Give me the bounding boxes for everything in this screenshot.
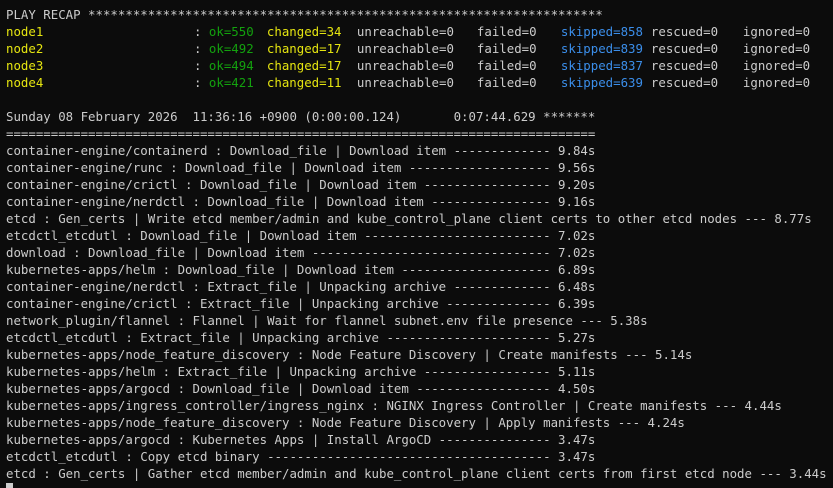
ok-count: ok=421 xyxy=(208,75,254,90)
host-name: node2 xyxy=(6,41,44,56)
task-timing-row: container-engine/nerdctl : Download_file… xyxy=(6,194,596,209)
failed-count: failed=0 xyxy=(476,58,537,73)
ok-count: ok=550 xyxy=(208,24,254,39)
failed-count: failed=0 xyxy=(476,24,537,39)
skipped-count: skipped=839 xyxy=(560,41,643,56)
task-timing-row: etcdctl_etcdutl : Download_file | Downlo… xyxy=(6,228,596,243)
task-timing-list: container-engine/containerd : Download_f… xyxy=(6,142,833,482)
timestamp-line: Sunday 08 February 2026 11:36:16 +0900 (… xyxy=(6,109,596,124)
task-timing-row: container-engine/runc : Download_file | … xyxy=(6,160,596,175)
changed-count: changed=11 xyxy=(266,75,342,90)
task-timing-row: container-engine/crictl : Extract_file |… xyxy=(6,296,596,311)
task-timing-row: etcd : Gen_certs | Gather etcd member/ad… xyxy=(6,466,827,481)
separator-line: ========================================… xyxy=(6,126,596,141)
task-timing-row: kubernetes-apps/node_feature_discovery :… xyxy=(6,347,693,362)
host-row: node4: ok=421 changed=11 unreachable=0 fail… xyxy=(6,74,833,91)
play-recap-header: PLAY RECAP *****************************… xyxy=(6,7,603,22)
changed-count: changed=17 xyxy=(266,58,342,73)
terminal-output[interactable]: PLAY RECAP *****************************… xyxy=(0,0,833,488)
rescued-count: rescued=0 xyxy=(650,75,719,90)
ok-count: ok=494 xyxy=(208,58,254,73)
host-name: node4 xyxy=(6,75,44,90)
host-colon: : xyxy=(194,58,209,73)
unreachable-count: unreachable=0 xyxy=(356,75,454,90)
task-timing-row: kubernetes-apps/argocd : Kubernetes Apps… xyxy=(6,432,596,447)
host-summary: node1: ok=550 changed=34 unreachable=0 fail… xyxy=(6,23,833,91)
task-timing-row: network_plugin/flannel : Flannel | Wait … xyxy=(6,313,648,328)
task-timing-row: etcdctl_etcdutl : Copy etcd binary -----… xyxy=(6,449,596,464)
unreachable-count: unreachable=0 xyxy=(356,58,454,73)
prompt-line[interactable] xyxy=(6,482,833,488)
skipped-count: skipped=858 xyxy=(560,24,643,39)
task-timing-row: kubernetes-apps/ingress_controller/ingre… xyxy=(6,398,782,413)
task-timing-row: container-engine/nerdctl : Extract_file … xyxy=(6,279,596,294)
unreachable-count: unreachable=0 xyxy=(356,41,454,56)
changed-count: changed=34 xyxy=(266,24,342,39)
skipped-count: skipped=837 xyxy=(560,58,643,73)
host-name: node1 xyxy=(6,24,44,39)
host-row: node1: ok=550 changed=34 unreachable=0 fail… xyxy=(6,23,833,40)
rescued-count: rescued=0 xyxy=(650,41,719,56)
task-timing-row: kubernetes-apps/helm : Download_file | D… xyxy=(6,262,596,277)
ignored-count: ignored=0 xyxy=(742,24,811,39)
task-timing-row: kubernetes-apps/node_feature_discovery :… xyxy=(6,415,685,430)
host-row: node3: ok=494 changed=17 unreachable=0 fail… xyxy=(6,57,833,74)
host-colon: : xyxy=(194,41,209,56)
failed-count: failed=0 xyxy=(476,41,537,56)
task-timing-row: container-engine/crictl : Download_file … xyxy=(6,177,596,192)
ok-count: ok=492 xyxy=(208,41,254,56)
host-row: node2: ok=492 changed=17 unreachable=0 fail… xyxy=(6,40,833,57)
unreachable-count: unreachable=0 xyxy=(356,24,454,39)
host-colon: : xyxy=(194,24,209,39)
rescued-count: rescued=0 xyxy=(650,58,719,73)
failed-count: failed=0 xyxy=(476,75,537,90)
task-timing-row: kubernetes-apps/argocd : Download_file |… xyxy=(6,381,596,396)
ignored-count: ignored=0 xyxy=(742,58,811,73)
task-timing-row: etcdctl_etcdutl : Extract_file | Unpacki… xyxy=(6,330,596,345)
ignored-count: ignored=0 xyxy=(742,41,811,56)
changed-count: changed=17 xyxy=(266,41,342,56)
task-timing-row: etcd : Gen_certs | Write etcd member/adm… xyxy=(6,211,812,226)
host-name: node3 xyxy=(6,58,44,73)
terminal-cursor xyxy=(6,483,13,488)
ignored-count: ignored=0 xyxy=(742,75,811,90)
task-timing-row: kubernetes-apps/helm : Extract_file | Un… xyxy=(6,364,596,379)
task-timing-row: download : Download_file | Download item… xyxy=(6,245,596,260)
skipped-count: skipped=639 xyxy=(560,75,643,90)
host-colon: : xyxy=(194,75,209,90)
rescued-count: rescued=0 xyxy=(650,24,719,39)
task-timing-row: container-engine/containerd : Download_f… xyxy=(6,143,596,158)
